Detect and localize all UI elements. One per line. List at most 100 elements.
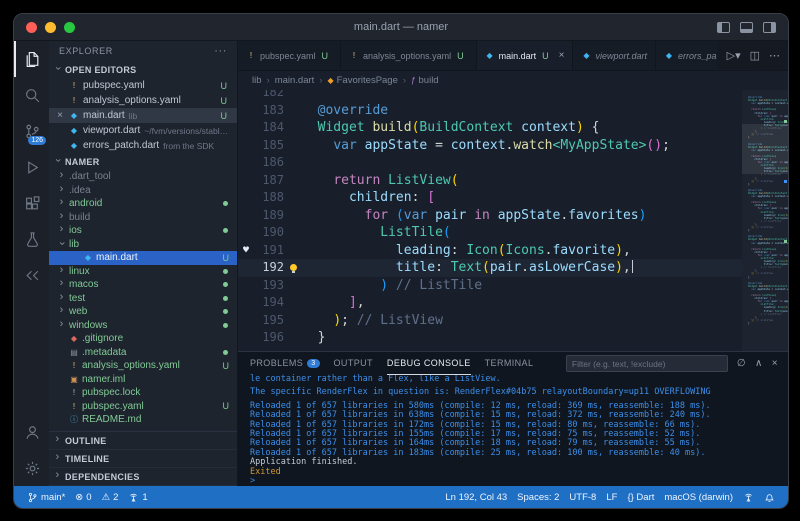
panel-tab-terminal[interactable]: TERMINAL [485,352,534,375]
more-actions-icon[interactable]: ⋯ [769,49,780,62]
project-root-header[interactable]: › NAMER [49,153,237,170]
settings-icon[interactable] [14,450,49,486]
status-warnings[interactable]: ⚠2 [97,486,124,508]
code-line-185[interactable]: 185 var appState = context.watch<MyAppSt… [238,137,742,155]
status-cursor-position[interactable]: Ln 192, Col 43 [440,486,512,508]
section-timeline[interactable]: ›TIMELINE [49,450,237,468]
folder-chevron-icon[interactable]: › [57,292,66,303]
maximize-panel-icon[interactable]: ∧ [755,358,763,369]
search-icon[interactable] [14,77,49,113]
open-editors-header[interactable]: › OPEN EDITORS [49,61,237,78]
code-area[interactable]: 182183 @override184 Widget build(BuildCo… [238,90,742,351]
status-notifications[interactable] [759,486,780,508]
folder-chevron-icon[interactable]: › [57,305,66,316]
tree-item-test[interactable]: ›test [49,292,237,306]
breadcrumb-item-build[interactable]: ƒbuild [411,75,439,86]
code-line-196[interactable]: 196 } [238,329,742,347]
folder-chevron-icon[interactable]: › [57,211,66,222]
source-control-icon[interactable]: 126 [14,113,49,149]
code-line-191[interactable]: ♥191 leading: Icon(Icons.favorite), [238,242,742,260]
tree-item-build[interactable]: ›build [49,211,237,225]
close-editor-icon[interactable]: × [55,110,65,121]
panel-tab-debug-console[interactable]: DEBUG CONSOLE [387,352,471,375]
line-number[interactable]: 195 [254,312,284,330]
tree-item-.dart_tool[interactable]: ›.dart_tool [49,170,237,184]
code-line-183[interactable]: 183 @override [238,102,742,120]
minimap[interactable]: @override Widget build(BuildContext cont… [742,90,788,351]
split-editor-icon[interactable]: ◫ [750,49,760,62]
extensions-icon[interactable] [14,185,49,221]
tree-item-linux[interactable]: ›linux [49,265,237,279]
line-number[interactable]: 193 [254,277,284,295]
code-line-186[interactable]: 186 [238,154,742,172]
breadcrumb-item-main.dart[interactable]: main.dart [275,75,315,86]
testing-icon[interactable] [14,221,49,257]
tree-item-.gitignore[interactable]: ◆.gitignore [49,332,237,346]
tree-item-lib[interactable]: ›lib [49,238,237,252]
open-editor-main.dart[interactable]: ×◆main.dartlibU [49,108,237,123]
run-menu-icon[interactable]: ▷▾ [727,49,741,62]
line-number[interactable]: 191 [254,242,284,260]
tab-main.dart[interactable]: ◆main.dartU× [477,41,574,70]
folder-chevron-icon[interactable]: › [57,170,66,181]
tree-item-.metadata[interactable]: ▤.metadata [49,346,237,360]
folder-chevron-icon[interactable]: › [57,319,66,330]
explorer-icon[interactable] [14,41,49,77]
minimap-slider[interactable] [742,124,788,174]
folder-chevron-icon[interactable]: › [57,265,66,276]
tree-item-macos[interactable]: ›macos [49,278,237,292]
code-line-182[interactable]: 182 [238,90,742,102]
debug-console-output[interactable]: le container rather than a Flex, like a … [238,373,788,486]
folder-chevron-icon[interactable]: › [56,239,67,248]
tree-item-pubspec.lock[interactable]: !pubspec.lock [49,386,237,400]
code-line-195[interactable]: 195 ); // ListView [238,312,742,330]
console-filter-input[interactable] [566,355,728,372]
status-branch[interactable]: main* [22,486,70,508]
close-window-button[interactable] [26,22,37,33]
lightbulb-icon[interactable] [284,264,302,271]
status-os[interactable]: macOS (darwin) [659,486,738,508]
panel-tab-output[interactable]: OUTPUT [334,352,373,375]
tree-item-namer.iml[interactable]: ▣namer.iml [49,373,237,387]
open-editor-viewport.dart[interactable]: ◆viewport.dart~/fvm/versions/stable/pack… [49,123,237,138]
status-ports[interactable]: 1 [123,486,152,508]
code-line-190[interactable]: 190 ListTile( [238,224,742,242]
flutter-inspector-icon[interactable] [14,257,49,293]
tab-pubspec.yaml[interactable]: !pubspec.yamlU [238,41,341,70]
minimize-window-button[interactable] [45,22,56,33]
explorer-more-actions-icon[interactable]: ··· [214,45,227,57]
line-number[interactable]: 192 [254,259,284,277]
code-line-184[interactable]: 184 Widget build(BuildContext context) { [238,119,742,137]
toggle-secondary-sidebar-icon[interactable] [763,22,776,33]
tree-item-README.md[interactable]: ⓘREADME.md [49,413,237,427]
toggle-sidebar-icon[interactable] [717,22,730,33]
clear-console-icon[interactable]: ∅ [737,358,746,369]
tab-viewport.dart[interactable]: ◆viewport.dart [573,41,656,70]
line-number[interactable]: 196 [254,329,284,347]
line-number[interactable]: 185 [254,137,284,155]
status-encoding[interactable]: UTF-8 [564,486,601,508]
tree-item-analysis_options.yaml[interactable]: !analysis_options.yamlU [49,359,237,373]
status-language[interactable]: {} Dart [622,486,659,508]
code-line-194[interactable]: 194 ], [238,294,742,312]
folder-chevron-icon[interactable]: › [57,197,66,208]
open-editor-pubspec.yaml[interactable]: !pubspec.yamlU [49,78,237,93]
code-line-193[interactable]: 193 ) // ListTile [238,277,742,295]
code-line-188[interactable]: 188 children: [ [238,189,742,207]
line-number[interactable]: 189 [254,207,284,225]
tree-item-web[interactable]: ›web [49,305,237,319]
open-editor-analysis_options.yaml[interactable]: !analysis_options.yamlU [49,93,237,108]
status-errors[interactable]: ⊗0 [70,486,96,508]
run-debug-icon[interactable] [14,149,49,185]
tree-item-windows[interactable]: ›windows [49,319,237,333]
close-panel-icon[interactable]: × [772,358,778,369]
status-indentation[interactable]: Spaces: 2 [512,486,564,508]
code-line-189[interactable]: 189 for (var pair in appState.favorites) [238,207,742,225]
open-editor-errors_patch.dart[interactable]: ◆errors_patch.dartfrom the SDK [49,138,237,153]
folder-chevron-icon[interactable]: › [57,224,66,235]
status-eol[interactable]: LF [601,486,622,508]
tree-item-pubspec.yaml[interactable]: !pubspec.yamlU [49,400,237,414]
tab-analysis_options.yaml[interactable]: !analysis_options.yamlU [341,41,477,70]
toggle-panel-icon[interactable] [740,22,753,33]
panel-tab-problems[interactable]: PROBLEMS3 [250,352,320,375]
